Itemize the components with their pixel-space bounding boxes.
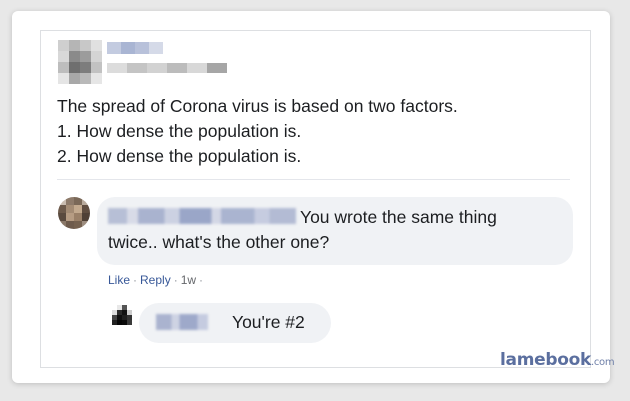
comment-body: You wrote the same thing twice.. what's … (108, 205, 528, 255)
comment-timestamp[interactable]: 1w (181, 273, 196, 287)
watermark-main: lamebook (500, 350, 591, 370)
reply-avatar[interactable] (112, 305, 132, 325)
post-line: 1. How dense the population is. (57, 121, 302, 141)
commenter-avatar[interactable] (58, 197, 90, 229)
lamebook-watermark: lamebook.com (500, 350, 615, 370)
action-separator: · (133, 273, 138, 287)
post-author-avatar[interactable] (58, 40, 102, 84)
post-body: The spread of Corona virus is based on t… (57, 94, 458, 169)
comment-actions: Like · Reply · 1w · (108, 273, 206, 287)
comments-divider (57, 179, 570, 180)
action-separator: · (199, 273, 204, 287)
like-link[interactable]: Like (108, 273, 130, 287)
watermark-suffix: .com (590, 357, 615, 368)
post-line: The spread of Corona virus is based on t… (57, 96, 458, 116)
post-timestamp[interactable] (107, 63, 227, 73)
post-author-name[interactable] (107, 42, 163, 54)
commenter-name[interactable] (108, 208, 296, 224)
reply-author-name[interactable] (156, 314, 208, 330)
reply-link[interactable]: Reply (140, 273, 171, 287)
action-separator: · (173, 273, 178, 287)
post-line: 2. How dense the population is. (57, 146, 302, 166)
reply-text: You're #2 (232, 312, 305, 332)
